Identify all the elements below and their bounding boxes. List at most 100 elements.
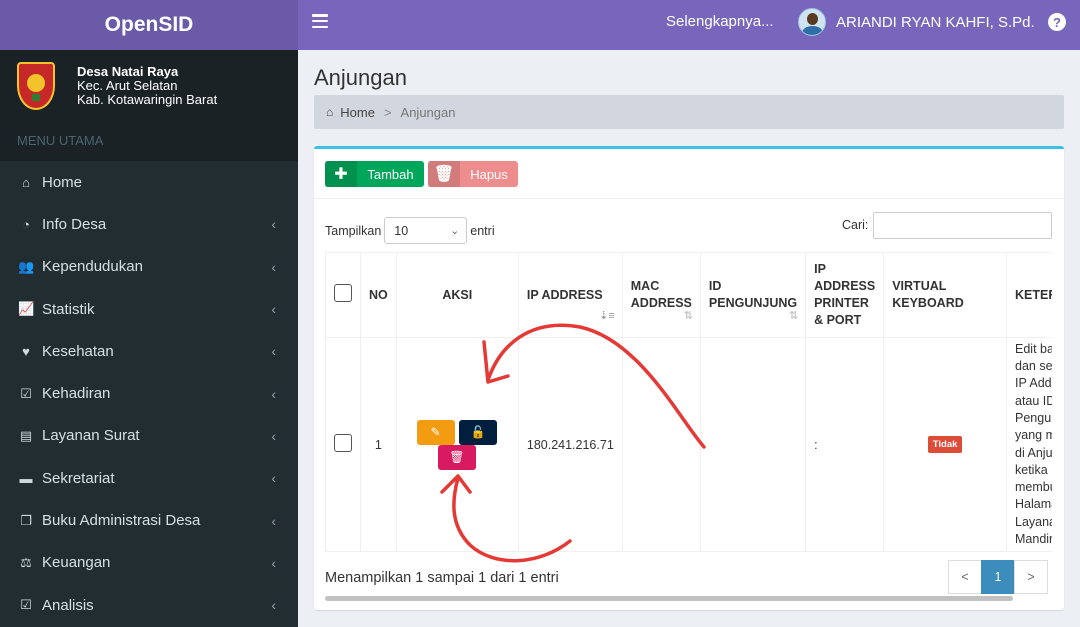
sidebar-item-keuangan[interactable]: ⚖ Keuangan ‹ xyxy=(0,542,298,584)
sidebar-item-layanan-surat[interactable]: ▤ Layanan Surat ‹ xyxy=(0,415,298,457)
table-scroll-area[interactable]: NO AKSI IP ADDRESS ⇣≡ MAC ADDRESS ⇅ ID PEN… xyxy=(325,252,1052,552)
chevron-left-icon: ‹ xyxy=(271,470,276,487)
table-row: 1 ✎ 🔓 🗑 180.241.216.71 : Tidak Edit bari… xyxy=(325,337,1052,552)
help-icon[interactable]: ? xyxy=(1048,13,1066,31)
next-page-button[interactable]: > xyxy=(1014,560,1048,594)
keterangan-line: Mandiri xyxy=(1015,531,1052,546)
sidebar-item-kependudukan[interactable]: 👥 Kependudukan ‹ xyxy=(0,246,298,288)
page-1-button[interactable]: 1 xyxy=(981,560,1015,594)
keterangan-line: Halamar xyxy=(1015,497,1052,512)
row-checkbox[interactable] xyxy=(334,434,352,452)
line-chart-icon: 📈 xyxy=(18,301,35,317)
calendar-check-icon: ☑ xyxy=(20,385,32,401)
search-input[interactable] xyxy=(873,212,1052,239)
show-label: Tampilkan xyxy=(325,223,382,238)
cell-virtual-keyboard: Tidak xyxy=(883,337,1007,552)
add-button-label: Tambah xyxy=(367,166,414,182)
cell-printer: : xyxy=(805,337,885,552)
app-logo[interactable]: OpenSID xyxy=(0,0,298,50)
edit-button[interactable]: ✎ xyxy=(416,419,455,445)
app-title: OpenSID xyxy=(104,13,194,36)
sidebar-item-buku-administrasi-desa[interactable]: ❐ Buku Administrasi Desa ‹ xyxy=(0,499,298,541)
add-button[interactable]: ✚ Tambah xyxy=(325,161,424,187)
sidebar-item-label: Kehadiran xyxy=(42,385,111,403)
breadcrumb: ⌂ Home > Anjungan xyxy=(314,95,1064,129)
sort-icon: ⇅ xyxy=(788,310,799,322)
page-title: Anjungan xyxy=(314,65,407,90)
user-name: ARIANDI RYAN KAHFI, S.Pd. xyxy=(836,13,1035,31)
sidebar-item-label: Buku Administrasi Desa xyxy=(42,512,201,530)
chevron-left-icon: ‹ xyxy=(271,343,276,360)
sidebar-item-statistik[interactable]: 📈 Statistik ‹ xyxy=(0,288,298,330)
sidebar-item-label: Analisis xyxy=(42,596,94,614)
sidebar-item-analisis[interactable]: ☑ Analisis ‹ xyxy=(0,584,298,626)
trash-icon: 🗑 xyxy=(449,450,465,464)
chevron-down-icon: ⌄ xyxy=(450,225,460,237)
header-no[interactable]: NO xyxy=(360,252,397,338)
sidebar-item-kesehatan[interactable]: ♥ Kesehatan ‹ xyxy=(0,330,298,372)
sidebar-item-label: Info Desa xyxy=(42,215,107,233)
header-printer: IP ADDRESS PRINTER & PORT xyxy=(805,252,885,338)
sidebar-item-label: Statistik xyxy=(42,300,95,318)
entries-label: entri xyxy=(470,223,495,238)
plus-icon: ✚ xyxy=(325,161,357,187)
home-icon: ⌂ xyxy=(326,105,334,119)
page-size-select[interactable]: 10 ⌄ xyxy=(384,217,468,244)
keterangan-line: Edit baris xyxy=(1015,341,1052,356)
menu-toggle-icon[interactable] xyxy=(312,14,328,28)
keterangan-line: atau ID xyxy=(1015,393,1052,408)
copy-icon: ❐ xyxy=(20,512,32,528)
keterangan-line: Layanan xyxy=(1015,514,1052,529)
book-icon: ▤ xyxy=(19,427,33,443)
village-district: Kec. Arut Selatan xyxy=(77,77,178,93)
cell-no: 1 xyxy=(360,337,397,552)
header-virtual-keyboard: VIRTUAL KEYBOARD xyxy=(883,252,1007,338)
header-aksi: AKSI xyxy=(395,252,519,338)
header-id-pengunjung[interactable]: ID PENGUNJUNG ⇅ xyxy=(699,252,807,338)
unlock-icon: 🔓 xyxy=(470,425,486,439)
cell-id-pengunjung xyxy=(699,337,807,552)
chevron-left-icon: ‹ xyxy=(271,301,276,318)
sidebar-item-home[interactable]: ⌂ Home xyxy=(0,161,298,203)
box-toolbar: ✚ Tambah 🗑 Hapus xyxy=(314,149,1064,199)
top-navbar: Selengkapnya... ARIANDI RYAN KAHFI, S.Pd… xyxy=(298,0,1080,50)
header-keterangan: KETERANGAN xyxy=(1006,252,1052,338)
archive-icon: ▬ xyxy=(19,470,33,486)
sidebar-item-kehadiran[interactable]: ☑ Kehadiran ‹ xyxy=(0,372,298,414)
table-info: Menampilkan 1 sampai 1 dari 1 entri xyxy=(325,570,559,586)
header-ip-address[interactable]: IP ADDRESS ⇣≡ xyxy=(517,252,623,338)
user-menu[interactable]: ARIANDI RYAN KAHFI, S.Pd. xyxy=(798,8,1035,36)
search-label: Cari: xyxy=(842,218,869,232)
breadcrumb-separator: > xyxy=(383,104,392,120)
chevron-left-icon: ‹ xyxy=(271,512,276,529)
sidebar-item-label: Kesehatan xyxy=(42,342,114,360)
more-link[interactable]: Selengkapnya... xyxy=(666,13,774,30)
chevron-left-icon: ‹ xyxy=(271,258,276,275)
delete-button-label: Hapus xyxy=(470,166,508,182)
breadcrumb-home[interactable]: Home xyxy=(340,105,375,120)
sidebar-item-info-desa[interactable]: ◔ Info Desa ‹ xyxy=(0,203,298,245)
header-mac-address[interactable]: MAC ADDRESS ⇅ xyxy=(621,252,701,338)
chevron-left-icon: ‹ xyxy=(271,216,276,233)
sort-desc-icon: ⇣≡ xyxy=(599,310,615,322)
delete-button[interactable]: 🗑 Hapus xyxy=(428,161,518,187)
sidebar-item-label: Keuangan xyxy=(42,554,111,572)
anjungan-table: NO AKSI IP ADDRESS ⇣≡ MAC ADDRESS ⇅ ID PEN… xyxy=(325,252,1052,552)
table-header-row: NO AKSI IP ADDRESS ⇣≡ MAC ADDRESS ⇅ ID PEN… xyxy=(325,252,1052,338)
select-all-checkbox[interactable] xyxy=(334,283,352,302)
village-emblem-icon xyxy=(17,61,55,110)
cell-keterangan: Edit baris dan sesu IP Addre atau ID Pengunj… xyxy=(1006,337,1052,552)
horizontal-scrollbar[interactable] xyxy=(325,596,1013,601)
sidebar-item-sekretariat[interactable]: ▬ Sekretariat ‹ xyxy=(0,457,298,499)
status-badge: Tidak xyxy=(927,436,963,453)
chevron-left-icon: ‹ xyxy=(271,385,276,402)
unlock-button[interactable]: 🔓 xyxy=(459,419,498,445)
home-icon: ⌂ xyxy=(22,174,30,190)
chevron-left-icon: ‹ xyxy=(271,427,276,444)
delete-row-button[interactable]: 🗑 xyxy=(437,444,476,470)
sort-icon: ⇅ xyxy=(683,310,693,322)
users-icon: 👥 xyxy=(18,258,35,274)
keterangan-line: dan sesu xyxy=(1015,359,1052,374)
dashboard-icon: ◔ xyxy=(22,216,30,232)
prev-page-button[interactable]: < xyxy=(948,560,982,594)
